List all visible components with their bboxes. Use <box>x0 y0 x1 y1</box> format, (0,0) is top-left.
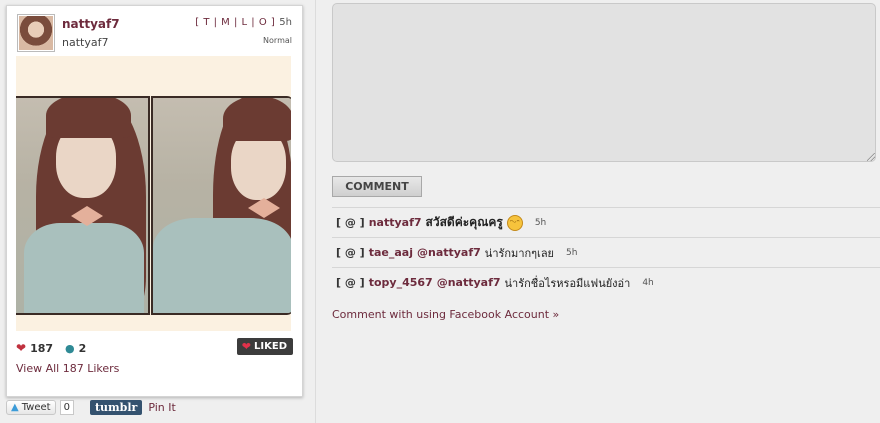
comment-button[interactable]: COMMENT <box>332 176 422 197</box>
liked-button[interactable]: ❤ LIKED <box>236 338 293 355</box>
comment-username[interactable]: tae_aaj <box>369 246 413 259</box>
reply-button[interactable]: [ @ ] <box>336 216 365 229</box>
resize-grip-icon[interactable] <box>867 153 875 161</box>
post-stats: ❤ 187 ● 2 <box>16 341 86 355</box>
comment-time: 5h <box>534 217 547 228</box>
heart-icon: ❤ <box>16 341 27 355</box>
reply-button[interactable]: [ @ ] <box>336 246 365 259</box>
comment-text: สวัสดีค่ะคุณครู <box>425 215 503 229</box>
comment-mention[interactable]: @nattyaf7 <box>437 276 501 289</box>
tweet-count: 0 <box>59 400 74 415</box>
heart-icon: ❤ <box>241 340 252 353</box>
view-all-likers-link[interactable]: View All 187 Likers <box>16 362 119 375</box>
reply-button[interactable]: [ @ ] <box>336 276 365 289</box>
twitter-bird-icon: ▲ <box>11 402 19 413</box>
size-options[interactable]: [ T | M | L | O ] <box>195 17 275 28</box>
user-display-name: nattyaf7 <box>62 36 109 49</box>
comment-textarea[interactable] <box>332 3 876 162</box>
comment-username[interactable]: nattyaf7 <box>369 216 422 229</box>
comment-text: น่ารักมากๆเลย <box>484 246 555 260</box>
filter-name: Normal <box>263 36 292 45</box>
username-link[interactable]: nattyaf7 <box>62 17 120 31</box>
comment-list: [ @ ] nattyaf7 สวัสดีค่ะคุณครู ᵔᵕᵔ 5h [ … <box>332 207 880 297</box>
liked-label: LIKED <box>254 341 287 352</box>
like-count: 187 <box>30 341 54 355</box>
tweet-label: Tweet <box>21 402 51 413</box>
share-bar: ▲ Tweet 0 tumblr Pin It <box>6 400 176 415</box>
grinning-emoji-icon: ᵔᵕᵔ <box>506 214 523 231</box>
comment-row: [ @ ] tae_aaj @nattyaf7 น่ารักมากๆเลย 5h <box>332 237 880 267</box>
photo-size-links[interactable]: [ T | M | L | O ] 5h <box>195 17 292 28</box>
avatar[interactable] <box>17 14 55 52</box>
post-age: 5h <box>279 17 292 28</box>
comment-time: 5h <box>566 247 578 258</box>
column-divider <box>315 0 316 423</box>
comment-mention[interactable]: @nattyaf7 <box>417 246 481 259</box>
facebook-comment-link[interactable]: Comment with using Facebook Account » <box>332 308 559 321</box>
tweet-button[interactable]: ▲ Tweet <box>6 400 56 415</box>
photo-panel-right <box>151 96 291 315</box>
comment-row: [ @ ] topy_4567 @nattyaf7 น่ารักชื่อไรหร… <box>332 267 880 297</box>
avatar-image <box>19 16 53 50</box>
tumblr-button[interactable]: tumblr <box>89 400 143 415</box>
post-photo[interactable] <box>16 56 291 331</box>
comment-bubble-icon: ● <box>65 341 75 355</box>
comment-text: น่ารักชื่อไรหรอมีแฟนยังอ่า <box>504 276 631 290</box>
comment-count: 2 <box>78 341 87 355</box>
photo-panel-left <box>16 96 150 315</box>
comment-username[interactable]: topy_4567 <box>369 276 433 289</box>
photo-card: nattyaf7 nattyaf7 [ T | M | L | O ] 5h No… <box>6 5 303 397</box>
pin-it-button[interactable]: Pin It <box>148 401 175 414</box>
comment-time: 4h <box>642 277 654 288</box>
comment-row: [ @ ] nattyaf7 สวัสดีค่ะคุณครู ᵔᵕᵔ 5h <box>332 207 880 237</box>
